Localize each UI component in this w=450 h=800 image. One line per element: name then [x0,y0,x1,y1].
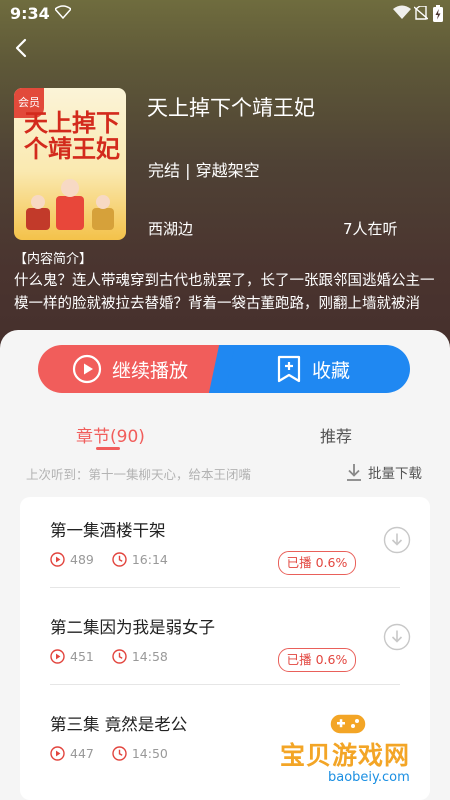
favorite-button[interactable]: 收藏 [220,345,410,393]
status-time: 9:34 [10,4,50,23]
clock-icon [112,649,127,664]
duration: 14:50 [131,746,168,761]
episode-item[interactable]: 第二集因为我是弱女子 451 14:58 已播 0.6% [20,594,430,691]
watermark-url: baobeiy.com [328,770,410,785]
batch-download-label: 批量下载 [368,466,422,482]
continue-play-label: 继续播放 [112,359,189,382]
duration: 16:14 [131,552,168,567]
battery-charging-icon [433,5,443,22]
duration: 14:58 [131,649,168,664]
book-author[interactable]: 西湖边 [148,218,193,239]
watermark-text: 宝贝游戏网 [280,741,411,770]
play-count: 447 [70,746,94,761]
book-cover[interactable]: 会员 天上掉下个靖王妃 [14,88,126,240]
book-genre: 完结 | 穿越架空 [148,161,260,180]
active-tab-indicator [96,447,120,450]
no-sim-icon [414,6,428,20]
download-episode-icon[interactable] [383,526,411,554]
bookmark-add-icon [277,355,301,383]
clock-icon [112,746,127,761]
cover-title: 天上掉下个靖王妃 [24,109,120,163]
play-count-icon [50,552,65,567]
progress-badge: 已播 0.6% [278,648,356,672]
download-icon [347,464,361,481]
episode-item[interactable]: 第一集酒楼干架 489 16:14 已播 0.6% [20,497,430,594]
intro-label: 【内容简介】 [14,252,93,267]
play-circle-icon [72,354,102,384]
play-count-icon [50,649,65,664]
intro-text[interactable]: 什么鬼？连人带魂穿到古代也就罢了，长了一张跟邻国逃婚公主一模一样的脸就被拉去替婚… [14,270,439,316]
favorite-label: 收藏 [312,359,351,382]
play-count-icon [50,746,65,761]
wifi-alert-icon [55,5,71,19]
book-title: 天上掉下个靖王妃 [147,96,315,120]
status-bar: 9:34 [0,0,450,28]
watermark: 宝贝游戏网 baobeiy.com [270,708,442,794]
episode-title: 第二集因为我是弱女子 [50,618,215,637]
cover-illustration [26,179,114,230]
last-listened[interactable]: 上次听到：第十一集柳天心，给本王闭嘴 [26,464,251,483]
divider [50,587,400,588]
play-count: 489 [70,552,94,567]
clock-icon [112,552,127,567]
episode-meta: 489 16:14 [50,552,168,567]
download-episode-icon[interactable] [383,623,411,651]
tab-recommend[interactable]: 推荐 [320,423,352,447]
play-count: 451 [70,649,94,664]
listener-count: 7人在听 [343,220,398,238]
gamepad-icon [329,713,367,735]
episode-title: 第一集酒楼干架 [50,521,166,540]
wifi-icon [393,5,411,19]
progress-badge: 已播 0.6% [278,551,356,575]
batch-download-button[interactable]: 批量下载 [346,462,422,482]
tab-chapters[interactable]: 章节(90) [76,422,145,447]
divider [50,684,400,685]
continue-play-button[interactable]: 继续播放 [38,345,230,393]
back-arrow-icon[interactable] [10,36,34,60]
episode-meta: 447 14:50 [50,746,168,761]
episode-title: 第三集 竟然是老公 [50,715,188,734]
episode-meta: 451 14:58 [50,649,168,664]
